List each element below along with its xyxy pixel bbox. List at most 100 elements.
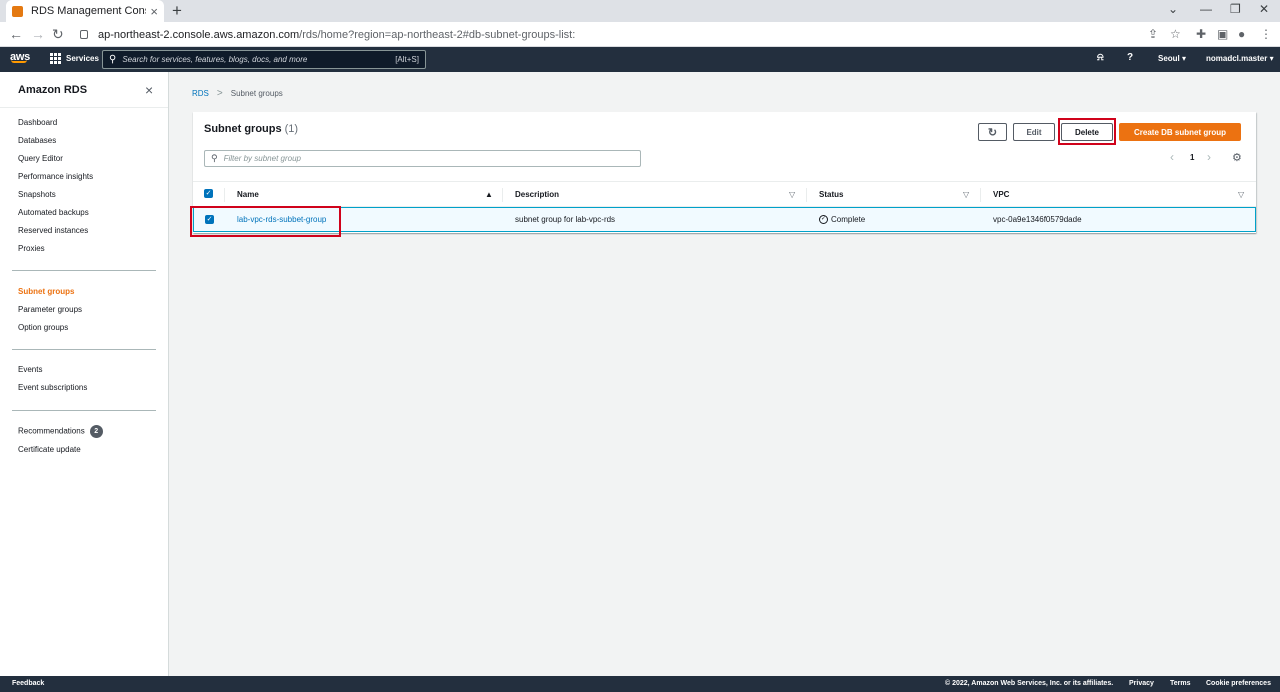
sort-icon[interactable]: ▽ — [1238, 190, 1244, 199]
sidebar-item-events[interactable]: Events — [18, 365, 42, 374]
create-db-subnet-group-button[interactable]: Create DB subnet group — [1119, 123, 1241, 141]
sidebar-item-dashboard[interactable]: Dashboard — [18, 118, 57, 127]
column-header-description[interactable]: Description — [515, 190, 559, 199]
settings-gear-icon[interactable]: ⚙ — [1232, 151, 1242, 164]
aws-logo[interactable]: aws — [10, 51, 30, 63]
panel-title-text: Subnet groups — [204, 123, 282, 135]
subnet-group-description: subnet group for lab-vpc-rds — [515, 215, 616, 224]
side-panel-icon[interactable]: ▣ — [1217, 27, 1228, 41]
url-field[interactable]: ap-northeast-2.console.aws.amazon.com/rd… — [72, 25, 1142, 44]
aws-top-nav: aws Services ⚲ [Alt+S] ⍾ ? Seoul ▾ nomad… — [0, 47, 1280, 72]
table-row[interactable]: ✓ lab-vpc-rds-subbet-group subnet group … — [193, 207, 1256, 232]
footer: Feedback © 2022, Amazon Web Services, In… — [0, 676, 1280, 692]
sort-icon[interactable]: ▽ — [963, 190, 969, 199]
refresh-icon: ↻ — [987, 126, 998, 139]
share-icon[interactable]: ⇪ — [1148, 27, 1158, 41]
search-icon: ⚲ — [109, 54, 117, 65]
extensions-puzzle-icon[interactable]: ✚ — [1196, 27, 1206, 41]
sidebar: Amazon RDS × Dashboard Databases Query E… — [0, 72, 169, 676]
sidebar-item-proxies[interactable]: Proxies — [18, 244, 45, 253]
filter-box[interactable]: ⚲ — [204, 150, 641, 167]
sidebar-item-recommendations[interactable]: Recommendations 2 — [18, 425, 103, 438]
cloudshell-bell-icon[interactable]: ⍾ — [1097, 52, 1104, 63]
search-shortcut-hint: [Alt+S] — [395, 55, 419, 64]
sidebar-item-snapshots[interactable]: Snapshots — [18, 190, 56, 199]
search-icon: ⚲ — [211, 153, 218, 163]
delete-highlight-box — [1058, 118, 1116, 145]
edit-button[interactable]: Edit — [1013, 123, 1055, 141]
privacy-link[interactable]: Privacy — [1129, 680, 1154, 687]
grid-icon — [50, 53, 61, 64]
help-icon[interactable]: ? — [1127, 52, 1133, 63]
sidebar-title: Amazon RDS — [18, 84, 88, 96]
browser-menu-icon[interactable]: ⋮ — [1260, 27, 1272, 41]
subnet-groups-panel: Subnet groups (1) ↻ Edit Delete Create DB… — [193, 112, 1256, 233]
table-header: ✓ Name ▲ Description ▽ Status ▽ VPC ▽ — [193, 181, 1256, 207]
sidebar-divider — [12, 270, 156, 271]
feedback-link[interactable]: Feedback — [12, 680, 44, 687]
close-icon[interactable]: × — [145, 82, 153, 98]
tab-search-icon[interactable]: ⌄ — [1168, 2, 1178, 16]
sidebar-item-reserved-instances[interactable]: Reserved instances — [18, 226, 88, 235]
profile-icon[interactable]: ● — [1238, 27, 1245, 41]
next-page-icon[interactable]: › — [1207, 150, 1211, 164]
breadcrumb-rds-link[interactable]: RDS — [192, 89, 209, 98]
minimize-icon[interactable]: — — [1200, 2, 1212, 16]
sidebar-divider — [0, 107, 168, 108]
forward-icon[interactable]: → — [31, 26, 45, 42]
filter-input[interactable] — [223, 154, 634, 163]
region-selector[interactable]: Seoul ▾ — [1158, 54, 1186, 63]
sort-icon[interactable]: ▽ — [789, 190, 795, 199]
aws-logo-text: aws — [10, 51, 30, 63]
url-path: /rds/home?region=ap-northeast-2#db-subne… — [299, 28, 576, 41]
status-text: Complete — [831, 215, 866, 224]
sidebar-item-query-editor[interactable]: Query Editor — [18, 154, 63, 163]
aws-search-input[interactable] — [122, 55, 396, 64]
aws-search-box[interactable]: ⚲ [Alt+S] — [102, 50, 426, 69]
sort-ascending-icon[interactable]: ▲ — [485, 190, 493, 199]
status-badge: ✓ Complete — [819, 215, 866, 225]
breadcrumb-current: Subnet groups — [230, 89, 283, 98]
terms-link[interactable]: Terms — [1170, 680, 1191, 687]
page-title: Subnet groups (1) — [204, 123, 298, 135]
column-divider — [224, 188, 225, 202]
bookmark-star-icon[interactable]: ☆ — [1170, 27, 1181, 41]
previous-page-icon[interactable]: ‹ — [1170, 150, 1174, 164]
reload-icon[interactable]: ↻ — [52, 26, 64, 42]
account-menu[interactable]: nomadcl.master ▾ — [1206, 54, 1274, 63]
column-header-status[interactable]: Status — [819, 190, 843, 199]
column-header-vpc[interactable]: VPC — [993, 190, 1009, 199]
copyright-text: © 2022, Amazon Web Services, Inc. or its… — [945, 680, 1114, 687]
back-icon[interactable]: ← — [9, 26, 23, 42]
services-label: Services — [66, 54, 99, 63]
refresh-button[interactable]: ↻ — [978, 123, 1007, 141]
sidebar-item-certificate-update[interactable]: Certificate update — [18, 445, 81, 454]
lock-icon — [80, 30, 88, 39]
browser-tab[interactable]: RDS Management Console × — [6, 0, 164, 22]
recommendations-count-badge: 2 — [89, 425, 103, 438]
sidebar-item-performance-insights[interactable]: Performance insights — [18, 172, 93, 181]
sidebar-item-subnet-groups[interactable]: Subnet groups — [18, 287, 74, 296]
column-header-name[interactable]: Name — [237, 190, 259, 199]
page-number[interactable]: 1 — [1190, 153, 1194, 162]
select-all-checkbox[interactable]: ✓ — [204, 189, 213, 198]
row-highlight-box — [190, 206, 341, 237]
sidebar-item-label: Recommendations — [18, 426, 85, 436]
sidebar-divider — [12, 410, 156, 411]
sidebar-item-databases[interactable]: Databases — [18, 136, 56, 145]
column-divider — [980, 188, 981, 202]
new-tab-icon[interactable]: + — [172, 1, 182, 21]
check-circle-icon: ✓ — [819, 215, 828, 225]
services-menu-button[interactable]: Services — [50, 53, 99, 64]
aws-favicon-icon — [12, 5, 23, 17]
sidebar-item-parameter-groups[interactable]: Parameter groups — [18, 305, 82, 314]
window-close-icon[interactable]: ✕ — [1259, 2, 1269, 16]
vpc-id: vpc-0a9e1346f0579dade — [993, 215, 1082, 224]
cookie-preferences-link[interactable]: Cookie preferences — [1206, 680, 1271, 687]
sidebar-item-event-subscriptions[interactable]: Event subscriptions — [18, 383, 87, 392]
sidebar-item-automated-backups[interactable]: Automated backups — [18, 208, 89, 217]
sidebar-item-option-groups[interactable]: Option groups — [18, 323, 68, 332]
restore-icon[interactable]: ❐ — [1230, 2, 1241, 16]
close-tab-icon[interactable]: × — [150, 4, 158, 19]
breadcrumb: RDS > Subnet groups — [192, 88, 283, 99]
